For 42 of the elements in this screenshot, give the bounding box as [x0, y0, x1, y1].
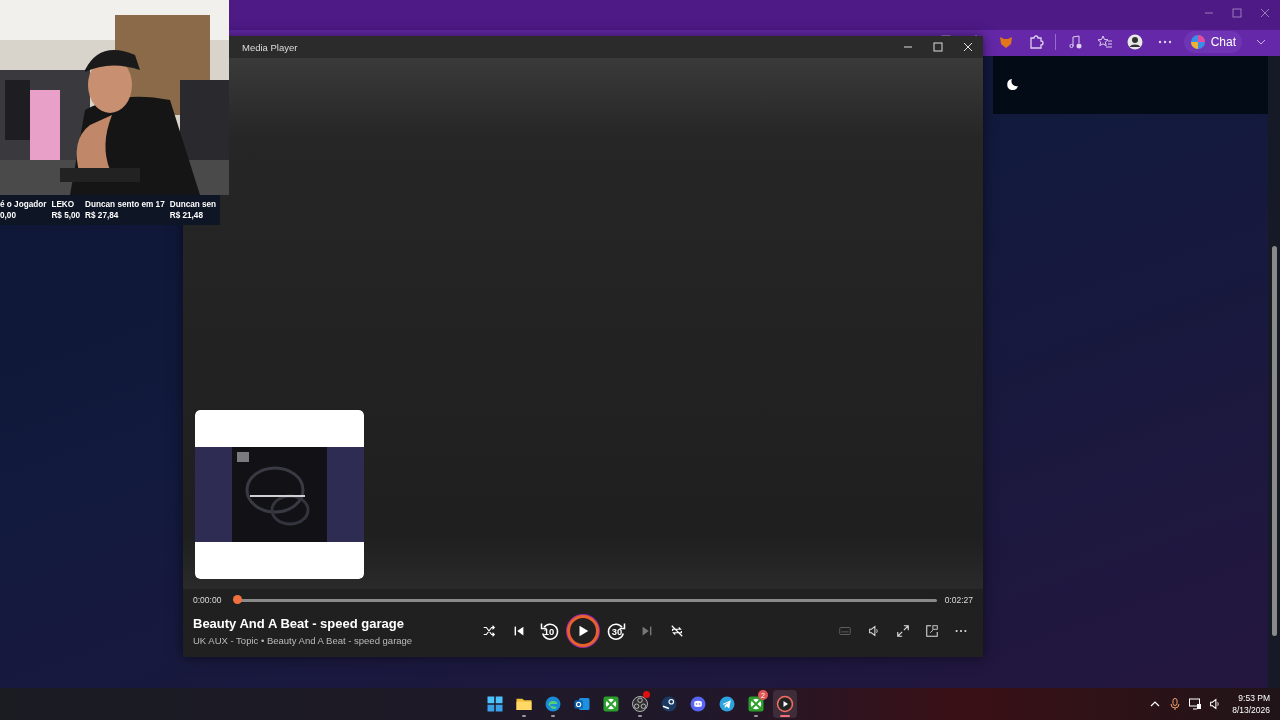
window-title: Media Player	[242, 41, 299, 53]
rewind-button[interactable]: 10	[537, 619, 561, 643]
volume-icon	[867, 624, 881, 638]
network-icon[interactable]	[1188, 697, 1203, 711]
play-button[interactable]	[567, 615, 599, 647]
donation-amount: 0,00	[0, 211, 17, 220]
donation-amount: R$ 5,00	[51, 211, 81, 220]
scrollbar-thumb[interactable]	[1272, 246, 1277, 636]
shuffle-icon	[482, 624, 496, 638]
miniplayer-icon	[925, 624, 939, 638]
donor-name: Duncan sento em 17	[85, 200, 165, 209]
chat-button[interactable]: Chat	[1183, 31, 1242, 53]
track-subtitle: UK AUX - Topic • Beauty And A Beat - speed garage	[193, 635, 414, 646]
clock-date[interactable]: 8/13/2026	[1232, 705, 1270, 715]
previous-icon	[512, 624, 526, 638]
xbox-app-icon	[602, 695, 620, 713]
track-title: Beauty And A Beat - speed garage	[193, 616, 405, 631]
obs-app-icon	[631, 695, 649, 713]
captions-icon	[838, 624, 852, 638]
xbox-app-icon	[747, 695, 765, 713]
elapsed-time: 0:00:00	[193, 595, 222, 605]
fullscreen-icon	[896, 624, 910, 638]
clock-time[interactable]: 9:53 PM	[1238, 693, 1270, 703]
outlook-app-icon	[573, 695, 591, 713]
player-taskbar-icon[interactable]	[773, 690, 797, 718]
duration-time: 0:02:27	[944, 595, 973, 605]
next-icon	[640, 624, 654, 638]
donation-amount: R$ 27,84	[85, 211, 120, 220]
forward-button[interactable]: 30	[605, 619, 629, 643]
donor-name: é o Jogador	[0, 200, 47, 209]
donation-amount: R$ 21,48	[169, 211, 204, 220]
telegram-app-icon	[718, 695, 736, 713]
start-app-icon	[486, 695, 504, 713]
donor-name: LEKO	[51, 200, 76, 209]
moon-icon[interactable]	[1006, 78, 1019, 91]
donor-name: Duncan sen	[169, 200, 217, 209]
microphone-icon[interactable]	[1168, 697, 1183, 711]
repeat-icon	[670, 624, 684, 638]
discord-app-icon	[689, 695, 707, 713]
player-app-icon	[776, 695, 794, 713]
edge-app-icon	[544, 695, 562, 713]
copilot-icon	[1189, 34, 1206, 50]
